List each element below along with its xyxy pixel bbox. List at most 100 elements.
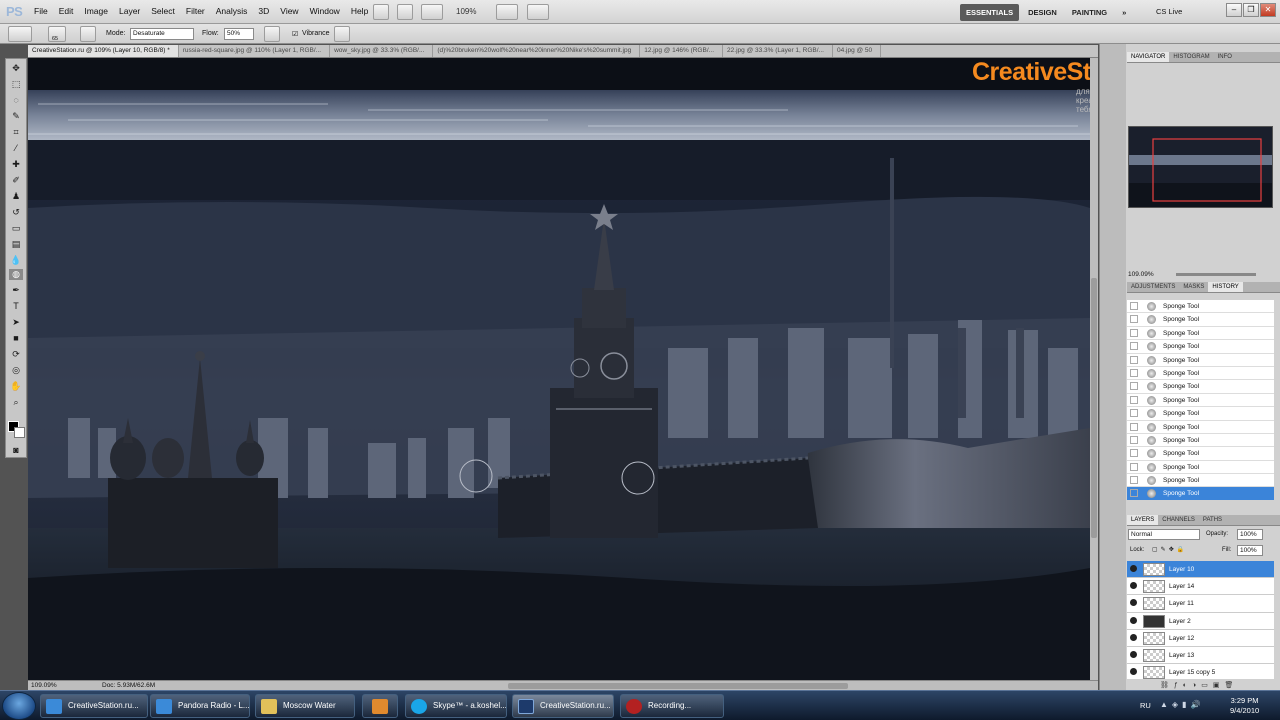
workspace-painting[interactable]: PAINTING <box>1066 4 1113 21</box>
menu-file[interactable]: File <box>34 6 48 16</box>
eye-icon[interactable] <box>1130 668 1137 676</box>
status-zoom[interactable]: 109.09% <box>31 682 57 689</box>
flow-input[interactable]: 50% <box>224 28 254 40</box>
screen-mode-button[interactable] <box>527 4 549 20</box>
doc-tab-active[interactable]: CreativeStation.ru @ 109% (Layer 10, RGB… <box>28 45 179 57</box>
history-item[interactable]: Sponge Tool <box>1127 434 1274 448</box>
layer-row[interactable]: Layer 15 copy 5 <box>1127 664 1274 679</box>
taskbar-skype[interactable]: Skype™ - a.koshel... <box>405 694 507 718</box>
mode-select[interactable]: Desaturate <box>130 28 194 40</box>
history-brush-tool-icon[interactable]: ↺ <box>9 207 23 218</box>
history-item-current[interactable]: Sponge Tool <box>1127 487 1274 500</box>
history-item[interactable]: Sponge Tool <box>1127 407 1274 421</box>
tab-layers[interactable]: LAYERS <box>1127 515 1159 525</box>
horizontal-scroll-thumb[interactable] <box>508 683 848 689</box>
history-item[interactable]: Sponge Tool <box>1127 340 1274 354</box>
layer-row[interactable]: Layer 14 <box>1127 578 1274 596</box>
layer-row[interactable]: Layer 11 <box>1127 595 1274 613</box>
blend-mode-select[interactable]: Normal <box>1128 529 1200 540</box>
menu-view[interactable]: View <box>280 6 298 16</box>
history-item[interactable]: Sponge Tool <box>1127 394 1274 408</box>
eye-icon[interactable] <box>1130 633 1137 641</box>
eye-icon[interactable] <box>1130 599 1137 607</box>
history-item[interactable]: Sponge Tool <box>1127 367 1274 381</box>
type-tool-icon[interactable]: T <box>9 301 23 312</box>
eyedropper-tool-icon[interactable]: ⁄ <box>9 143 23 154</box>
gradient-tool-icon[interactable]: ▤ <box>9 239 23 250</box>
minimize-icon[interactable]: – <box>1226 3 1242 17</box>
arrange-documents-button[interactable] <box>496 4 518 20</box>
eye-icon[interactable] <box>1130 565 1137 572</box>
layer-row-active[interactable]: Layer 10 <box>1127 561 1274 579</box>
navigator-zoom[interactable]: 109.09% <box>1128 271 1154 278</box>
doc-tab[interactable]: 22.jpg @ 33.3% (Layer 1, RGB/... <box>723 45 833 57</box>
history-item[interactable]: Sponge Tool <box>1127 313 1274 327</box>
close-icon[interactable]: ✕ <box>1260 3 1276 17</box>
start-button[interactable] <box>2 692 36 720</box>
fill-input[interactable]: 100% <box>1237 545 1263 556</box>
taskbar-recording[interactable]: Recording... <box>620 694 724 718</box>
workspace-design[interactable]: DESIGN <box>1022 4 1063 21</box>
layers-footer-buttons[interactable]: ⛓ƒ◐◑▭▣🗑 <box>1160 681 1270 689</box>
vertical-scroll-thumb[interactable] <box>1091 278 1097 538</box>
pressure-toggle[interactable] <box>334 26 350 42</box>
quick-select-tool-icon[interactable]: ✎ <box>9 111 23 122</box>
sponge-tool-icon[interactable]: ◍ <box>9 269 23 280</box>
menu-layer[interactable]: Layer <box>119 6 140 16</box>
input-language[interactable]: RU <box>1140 701 1151 710</box>
lasso-tool-icon[interactable]: ◌ <box>9 95 23 106</box>
tab-histogram[interactable]: HISTOGRAM <box>1169 52 1213 62</box>
eye-icon[interactable] <box>1130 582 1137 590</box>
history-item[interactable]: Sponge Tool <box>1127 447 1274 461</box>
zoom-level[interactable]: 109% <box>456 7 476 16</box>
history-item[interactable]: Sponge Tool <box>1127 327 1274 341</box>
doc-tab[interactable]: 12.jpg @ 146% (RGB/... <box>640 45 724 57</box>
history-item[interactable]: Sponge Tool <box>1127 380 1274 394</box>
taskbar-ie-creativestation[interactable]: CreativeStation.ru... <box>40 694 148 718</box>
vertical-scrollbar[interactable] <box>1090 58 1098 680</box>
taskbar-folder-moscow[interactable]: Moscow Water <box>255 694 355 718</box>
layer-row[interactable]: Layer 2 <box>1127 613 1274 630</box>
menu-select[interactable]: Select <box>151 6 175 16</box>
tab-masks[interactable]: MASKS <box>1179 282 1208 292</box>
healing-brush-tool-icon[interactable]: ✚ <box>9 159 23 170</box>
pen-tool-icon[interactable]: ✒ <box>9 285 23 296</box>
menu-window[interactable]: Window <box>310 6 340 16</box>
history-item[interactable]: Sponge Tool <box>1127 474 1274 488</box>
navigator-zoom-slider[interactable] <box>1176 273 1256 276</box>
airbrush-toggle[interactable] <box>264 26 280 42</box>
workspace-essentials[interactable]: ESSENTIALS <box>960 4 1020 21</box>
taskbar-photoshop[interactable]: CreativeStation.ru... <box>512 694 614 718</box>
quick-mask-icon[interactable]: ◙ <box>9 445 23 456</box>
menu-help[interactable]: Help <box>351 6 368 16</box>
eye-icon[interactable] <box>1130 616 1137 624</box>
clone-stamp-tool-icon[interactable]: ♟ <box>9 191 23 202</box>
tool-preset-picker[interactable] <box>8 26 32 42</box>
doc-tab[interactable]: wow_sky.jpg @ 33.3% (RGB/... <box>330 45 434 57</box>
layer-row[interactable]: Layer 13 <box>1127 647 1274 665</box>
zoom-tool-icon[interactable]: ⌕ <box>9 397 23 408</box>
menu-analysis[interactable]: Analysis <box>216 6 248 16</box>
taskbar-ie-pandora[interactable]: Pandora Radio - L... <box>150 694 250 718</box>
3d-orbit-tool-icon[interactable]: ◎ <box>9 365 23 376</box>
vibrance-checkbox[interactable]: ☑ <box>292 30 298 38</box>
system-clock[interactable]: 3:29 PM 9/4/2010 <box>1230 696 1259 716</box>
tab-history[interactable]: HISTORY <box>1208 282 1243 292</box>
taskbar-media-player[interactable] <box>362 694 398 718</box>
menu-image[interactable]: Image <box>84 6 108 16</box>
crop-tool-icon[interactable]: ⌗ <box>9 127 23 138</box>
marquee-tool-icon[interactable]: ⬚ <box>9 79 23 90</box>
hand-tool-icon[interactable]: ✋ <box>9 381 23 392</box>
brush-tool-icon[interactable]: ✐ <box>9 175 23 186</box>
history-item[interactable]: Sponge Tool <box>1127 354 1274 367</box>
tab-paths[interactable]: PATHS <box>1199 515 1226 525</box>
history-item[interactable]: Sponge Tool <box>1127 421 1274 434</box>
bridge-button[interactable] <box>373 4 389 20</box>
menu-3d[interactable]: 3D <box>258 6 269 16</box>
history-item[interactable]: Sponge Tool <box>1127 300 1274 314</box>
doc-tab[interactable]: 04.jpg @ 50 <box>833 45 882 57</box>
tab-channels[interactable]: CHANNELS <box>1158 515 1199 525</box>
restore-icon[interactable]: ❐ <box>1243 3 1259 17</box>
layer-row[interactable]: Layer 12 <box>1127 630 1274 647</box>
doc-tab[interactable]: (d)%20bruken%20wolf%20near%20inner%20Nik… <box>433 45 641 57</box>
